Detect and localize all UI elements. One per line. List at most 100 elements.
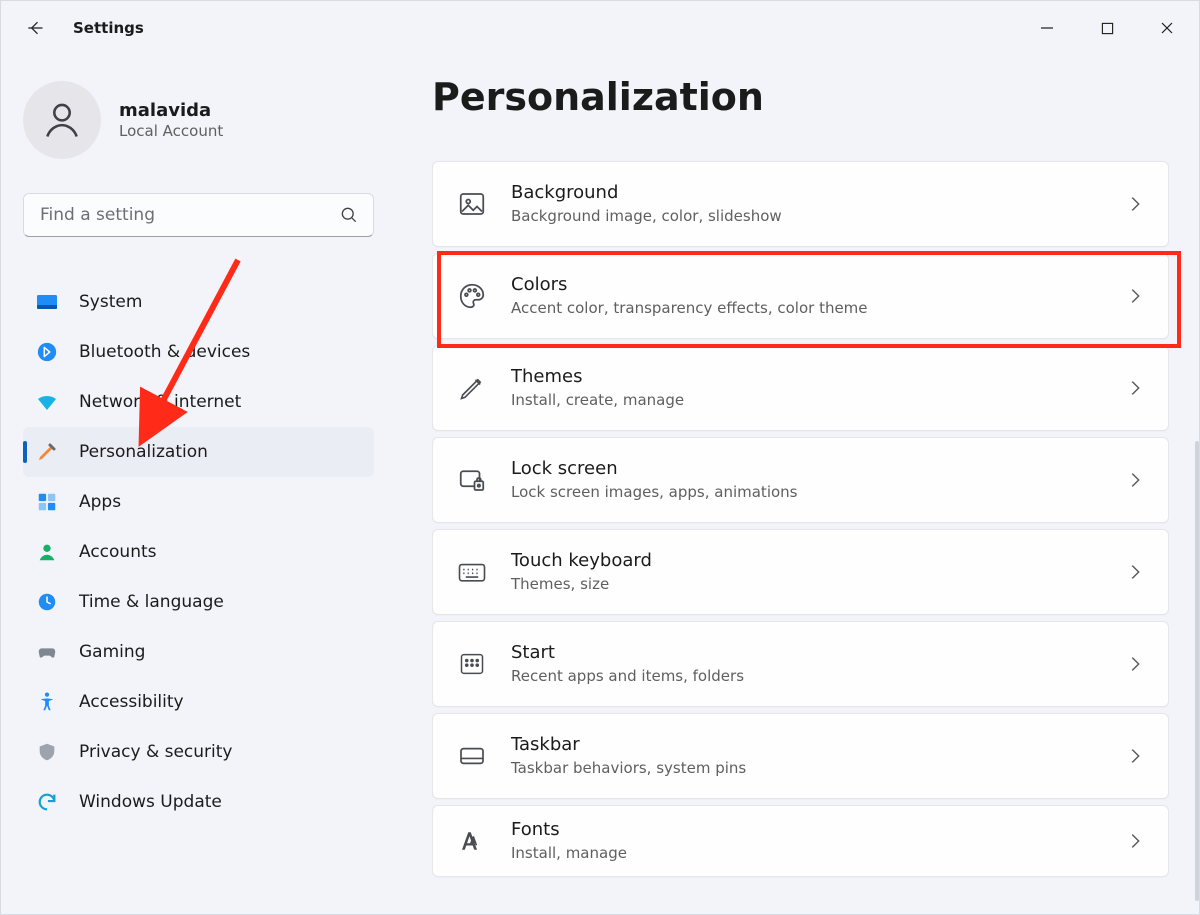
image-icon — [455, 187, 489, 221]
sidebar-item-privacy[interactable]: Privacy & security — [23, 727, 374, 777]
paintbrush-icon — [33, 438, 61, 466]
sidebar-item-time-language[interactable]: Time & language — [23, 577, 374, 627]
card-taskbar[interactable]: Taskbar Taskbar behaviors, system pins — [432, 713, 1169, 799]
sidebar-item-personalization[interactable]: Personalization — [23, 427, 374, 477]
titlebar: Settings — [1, 1, 1199, 55]
chevron-right-icon — [1124, 377, 1146, 399]
chevron-right-icon — [1124, 285, 1146, 307]
gamepad-icon — [33, 638, 61, 666]
chevron-right-icon — [1124, 193, 1146, 215]
minimize-button[interactable] — [1017, 5, 1077, 51]
maximize-button[interactable] — [1077, 5, 1137, 51]
profile-subtitle: Local Account — [119, 122, 223, 140]
sidebar-item-gaming[interactable]: Gaming — [23, 627, 374, 677]
start-icon — [455, 647, 489, 681]
card-title: Taskbar — [511, 734, 1102, 757]
sidebar-item-label: Personalization — [79, 442, 208, 462]
card-text: Touch keyboard Themes, size — [511, 550, 1102, 594]
sidebar-item-label: Accessibility — [79, 692, 184, 712]
card-text: Fonts Install, manage — [511, 819, 1102, 863]
sidebar-item-label: System — [79, 292, 142, 312]
card-subtitle: Recent apps and items, folders — [511, 666, 1102, 686]
titlebar-left: Settings — [23, 16, 144, 40]
card-title: Fonts — [511, 819, 1102, 842]
system-icon — [33, 288, 61, 316]
card-title: Touch keyboard — [511, 550, 1102, 573]
card-title: Colors — [511, 274, 1102, 297]
card-lock-screen[interactable]: Lock screen Lock screen images, apps, an… — [432, 437, 1169, 523]
card-title: Start — [511, 642, 1102, 665]
card-text: Taskbar Taskbar behaviors, system pins — [511, 734, 1102, 778]
card-subtitle: Accent color, transparency effects, colo… — [511, 298, 1102, 318]
card-subtitle: Themes, size — [511, 574, 1102, 594]
app-title: Settings — [73, 19, 144, 37]
chevron-right-icon — [1124, 561, 1146, 583]
card-subtitle: Background image, color, slideshow — [511, 206, 1102, 226]
sidebar-item-accessibility[interactable]: Accessibility — [23, 677, 374, 727]
minimize-icon — [1040, 21, 1054, 35]
sidebar-item-system[interactable]: System — [23, 277, 374, 327]
card-subtitle: Install, create, manage — [511, 390, 1102, 410]
card-text: Colors Accent color, transparency effect… — [511, 274, 1102, 318]
card-touch-keyboard[interactable]: Touch keyboard Themes, size — [432, 529, 1169, 615]
lock-screen-icon — [455, 463, 489, 497]
sidebar-item-accounts[interactable]: Accounts — [23, 527, 374, 577]
pen-icon — [455, 371, 489, 405]
profile-text: malavida Local Account — [119, 100, 223, 141]
sidebar-item-label: Bluetooth & devices — [79, 342, 250, 362]
profile[interactable]: malavida Local Account — [23, 81, 374, 159]
back-button[interactable] — [23, 16, 47, 40]
card-subtitle: Install, manage — [511, 843, 1102, 863]
chevron-right-icon — [1124, 653, 1146, 675]
search-input[interactable] — [38, 204, 329, 226]
bluetooth-icon — [33, 338, 61, 366]
card-text: Background Background image, color, slid… — [511, 182, 1102, 226]
card-subtitle: Lock screen images, apps, animations — [511, 482, 1102, 502]
wifi-icon — [33, 388, 61, 416]
fonts-icon — [455, 824, 489, 858]
sidebar-item-label: Privacy & security — [79, 742, 233, 762]
sidebar-item-label: Apps — [79, 492, 121, 512]
card-title: Lock screen — [511, 458, 1102, 481]
search-box[interactable] — [23, 193, 374, 237]
chevron-right-icon — [1124, 830, 1146, 852]
card-colors[interactable]: Colors Accent color, transparency effect… — [432, 253, 1169, 339]
page-title: Personalization — [432, 75, 1169, 119]
card-subtitle: Taskbar behaviors, system pins — [511, 758, 1102, 778]
update-icon — [33, 788, 61, 816]
card-title: Themes — [511, 366, 1102, 389]
close-button[interactable] — [1137, 5, 1197, 51]
content: Personalization Background Background im… — [396, 55, 1199, 914]
sidebar-item-bluetooth[interactable]: Bluetooth & devices — [23, 327, 374, 377]
sidebar-item-windows-update[interactable]: Windows Update — [23, 777, 374, 827]
sidebar-item-apps[interactable]: Apps — [23, 477, 374, 527]
sidebar-item-label: Accounts — [79, 542, 157, 562]
accessibility-icon — [33, 688, 61, 716]
taskbar-icon — [455, 739, 489, 773]
shield-icon — [33, 738, 61, 766]
cards-list: Background Background image, color, slid… — [432, 161, 1169, 877]
avatar — [23, 81, 101, 159]
sidebar-item-label: Time & language — [79, 592, 224, 612]
card-text: Themes Install, create, manage — [511, 366, 1102, 410]
account-icon — [33, 538, 61, 566]
sidebar: malavida Local Account System — [1, 55, 396, 914]
user-icon — [40, 98, 84, 142]
sidebar-item-network[interactable]: Network & internet — [23, 377, 374, 427]
keyboard-icon — [455, 555, 489, 589]
apps-icon — [33, 488, 61, 516]
card-start[interactable]: Start Recent apps and items, folders — [432, 621, 1169, 707]
sidebar-item-label: Network & internet — [79, 392, 241, 412]
window-body: malavida Local Account System — [1, 55, 1199, 914]
chevron-right-icon — [1124, 469, 1146, 491]
sidebar-item-label: Gaming — [79, 642, 145, 662]
search-icon — [339, 205, 359, 225]
card-text: Start Recent apps and items, folders — [511, 642, 1102, 686]
card-fonts[interactable]: Fonts Install, manage — [432, 805, 1169, 877]
sidebar-nav: System Bluetooth & devices Network & int… — [23, 277, 374, 827]
card-text: Lock screen Lock screen images, apps, an… — [511, 458, 1102, 502]
card-background[interactable]: Background Background image, color, slid… — [432, 161, 1169, 247]
card-themes[interactable]: Themes Install, create, manage — [432, 345, 1169, 431]
scrollbar[interactable] — [1195, 441, 1199, 901]
settings-window: Settings malavida Local Account — [0, 0, 1200, 915]
